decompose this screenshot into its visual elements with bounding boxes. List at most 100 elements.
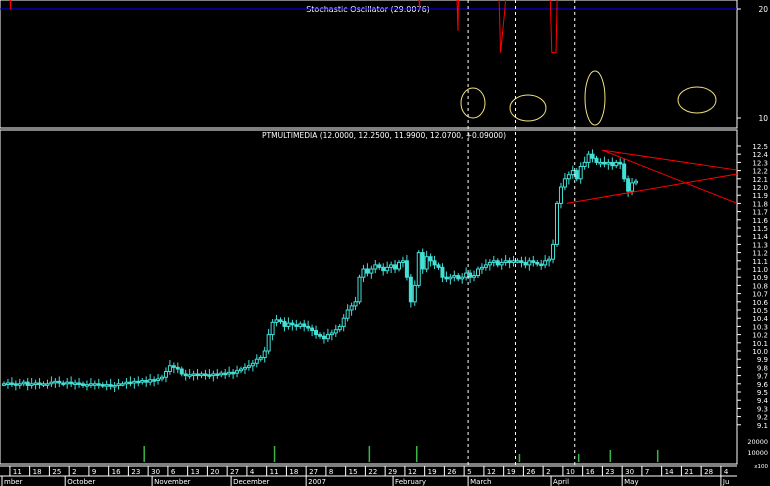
day-tick-label: 29 (388, 468, 397, 476)
day-tick-label: 28 (704, 468, 713, 476)
price-y-tick-label: 9.5 (757, 389, 768, 397)
day-tick-label: 30 (151, 468, 160, 476)
candle-body (278, 319, 283, 322)
candle-body (203, 373, 208, 376)
candle-body (412, 284, 417, 303)
candle-body (503, 260, 508, 263)
candle-body (45, 383, 50, 386)
candle-body (483, 264, 488, 268)
candle-body (369, 268, 374, 274)
price-y-tick-label: 11.2 (752, 250, 768, 258)
day-tick-label: 6 (171, 468, 176, 476)
candle-body (140, 380, 145, 383)
osc-y-tick-label: 10 (758, 114, 768, 123)
candle-body (420, 252, 425, 270)
candle-body (555, 202, 559, 245)
candle-body (116, 383, 121, 386)
candle-body (294, 324, 299, 327)
candle-body (132, 380, 137, 384)
candle-body (246, 365, 251, 368)
price-y-tick-label: 12.2 (752, 168, 768, 176)
candle-body (179, 368, 184, 375)
candle-body (531, 260, 536, 263)
candle-body (92, 383, 97, 386)
price-y-tick-label: 10.8 (752, 282, 768, 290)
candle-body (448, 276, 453, 280)
day-tick-label: 23 (131, 468, 140, 476)
candle-body (436, 264, 441, 268)
candle-body (333, 329, 338, 334)
day-tick-label: 16 (112, 468, 121, 476)
price-y-tick-label: 9.8 (757, 364, 768, 372)
candle-body (215, 373, 220, 376)
day-tick-label: 23 (605, 468, 614, 476)
chart-background (0, 0, 770, 486)
candle-body (491, 260, 496, 263)
candle-body (404, 260, 409, 278)
candle-body (112, 384, 117, 388)
candle-body (282, 320, 287, 327)
candle-body (286, 322, 291, 327)
candle-body (136, 380, 141, 384)
candle-body (476, 268, 480, 277)
candle-body (235, 370, 240, 374)
candle-body (160, 376, 164, 380)
day-tick-label: 13 (191, 468, 200, 476)
month-label: March (470, 478, 491, 486)
candle-body (187, 374, 192, 377)
candle-body (104, 384, 109, 387)
candle-body (199, 373, 204, 377)
candle-body (507, 260, 512, 263)
price-y-tick-label: 12.3 (752, 159, 768, 167)
candle-body (519, 260, 524, 263)
volume-axis-label: 10000 (747, 449, 768, 457)
candle-body (57, 380, 62, 384)
price-y-tick-label: 11.9 (752, 192, 768, 200)
price-y-tick-label: 11.7 (752, 209, 768, 217)
candle-body (231, 371, 236, 375)
candle-body (381, 266, 386, 272)
volume-unit-label: x100 (754, 464, 768, 470)
candle-body (41, 383, 46, 386)
price-y-tick-label: 11.1 (752, 258, 768, 266)
candle-body (171, 365, 176, 368)
candle-body (377, 264, 382, 268)
day-tick-label: 7 (645, 468, 649, 476)
day-tick-label: 12 (487, 468, 496, 476)
price-y-tick-label: 10.9 (752, 274, 768, 282)
price-y-tick-label: 11.8 (752, 200, 768, 208)
candle-body (432, 260, 437, 266)
candle-body (495, 260, 500, 266)
candle-body (578, 166, 583, 180)
day-tick-label: 27 (230, 468, 239, 476)
candle-body (100, 384, 105, 387)
candle-body (416, 252, 421, 286)
candle-body (219, 372, 224, 376)
price-y-tick-label: 12.5 (752, 143, 768, 151)
candle-body (570, 170, 575, 176)
candle-body (400, 260, 405, 263)
candle-body (535, 261, 540, 265)
candle-body (148, 379, 153, 383)
candle-body (183, 373, 188, 377)
price-y-tick-label: 12.0 (752, 184, 768, 192)
candle-body (634, 180, 638, 184)
candle-body (318, 334, 322, 337)
candle-body (440, 266, 445, 278)
candle-body (329, 332, 334, 336)
price-y-tick-label: 11.5 (752, 225, 768, 233)
candle-body (195, 373, 200, 377)
candle-body (543, 260, 548, 266)
candle-body (96, 383, 101, 386)
candle-body (385, 266, 390, 272)
month-label: mber (4, 478, 23, 486)
price-y-tick-label: 10.5 (752, 307, 768, 315)
candle-body (622, 163, 627, 180)
candle-body (163, 371, 168, 378)
candle-body (9, 382, 14, 385)
candle-body (33, 382, 38, 385)
candle-body (321, 335, 326, 340)
month-label: December (233, 478, 269, 486)
candle-body (207, 374, 212, 377)
candle-body (626, 178, 631, 192)
